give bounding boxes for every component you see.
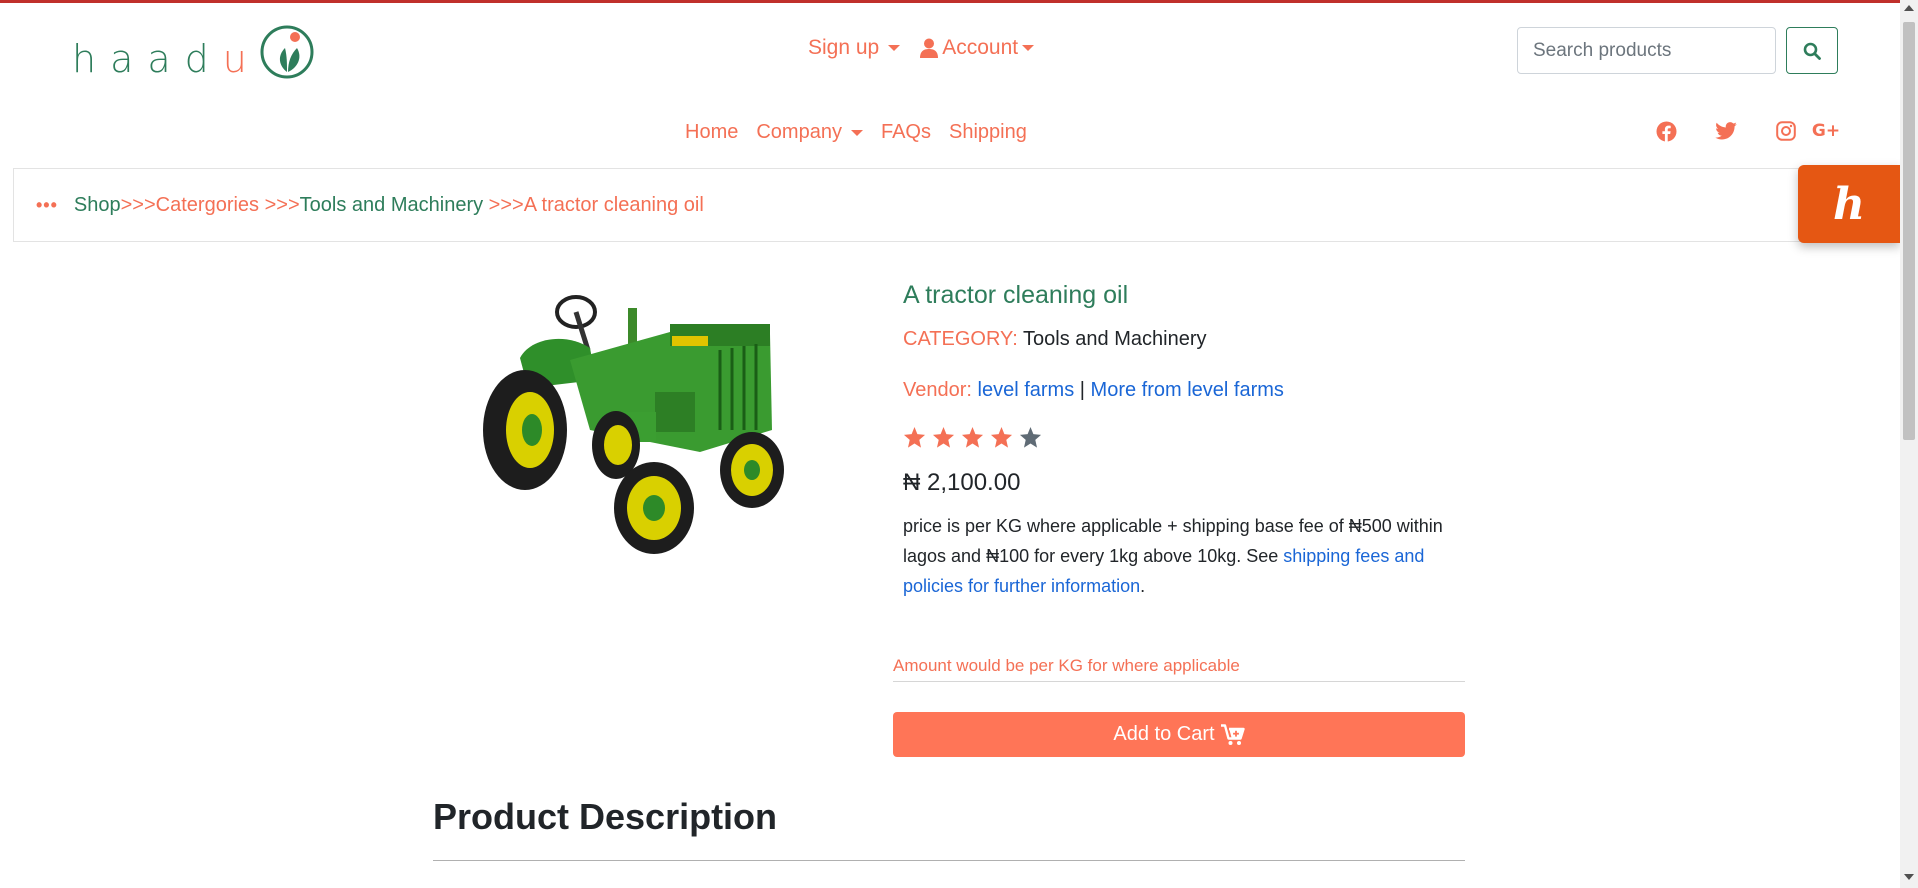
- category-label: CATEGORY:: [903, 328, 1018, 350]
- twitter-icon[interactable]: [1715, 120, 1737, 142]
- nav-shipping-label: Shipping: [948, 121, 1027, 143]
- scrollbar-thumb[interactable]: [1903, 22, 1915, 440]
- more-from-vendor-link[interactable]: More from level farms: [1091, 379, 1284, 401]
- star-empty-icon: [1019, 426, 1042, 448]
- star-filled-icon: [903, 426, 926, 448]
- chevron-down-icon: [850, 129, 863, 136]
- amount-placeholder: Amount would be per KG for where applica…: [893, 656, 1240, 675]
- cart-plus-icon: [1220, 723, 1245, 745]
- breadcrumb-separator: >>>: [120, 193, 156, 216]
- breadcrumb-separator: >>>: [259, 193, 300, 216]
- account-dropdown[interactable]: Account: [920, 36, 1035, 60]
- signup-label: Sign up: [808, 36, 880, 59]
- google-plus-icon[interactable]: G+: [1811, 120, 1841, 142]
- divider: [433, 860, 1465, 861]
- page-scrollbar[interactable]: [1900, 0, 1918, 888]
- account-label: Account: [942, 36, 1019, 59]
- scroll-down-arrow-icon[interactable]: [1904, 874, 1914, 880]
- product-description-heading: Product Description: [433, 796, 778, 837]
- nav-faqs[interactable]: FAQs: [881, 121, 931, 144]
- search-button[interactable]: [1786, 27, 1838, 74]
- nav-faqs-label: FAQs: [880, 121, 931, 143]
- social-links: G+: [1655, 120, 1841, 142]
- user-icon: [920, 38, 939, 58]
- product-vendor: Vendor: level farms | More from level fa…: [903, 379, 1463, 402]
- nav-company-dropdown[interactable]: Company: [756, 121, 863, 144]
- product-category: CATEGORY: Tools and Machinery: [903, 328, 1463, 351]
- breadcrumb-categories[interactable]: Catergories: [156, 194, 259, 217]
- instagram-icon[interactable]: [1775, 120, 1797, 142]
- add-to-cart-button[interactable]: Add to Cart: [893, 712, 1465, 757]
- nav-shipping[interactable]: Shipping: [949, 121, 1027, 144]
- honey-logo-icon: h: [1833, 178, 1865, 230]
- star-filled-icon: [932, 426, 955, 448]
- star-filled-icon: [990, 426, 1013, 448]
- star-rating: [903, 426, 1463, 449]
- star-filled-icon: [961, 426, 984, 448]
- shipping-note-end: .: [1140, 576, 1146, 596]
- breadcrumb-current-product: A tractor cleaning oil: [523, 193, 704, 216]
- logo-wordmark: haadu: [72, 37, 261, 81]
- more-dots-icon[interactable]: •••: [36, 195, 58, 216]
- nav-home[interactable]: Home: [685, 121, 738, 144]
- product-title: A tractor cleaning oil: [903, 281, 1129, 309]
- search-icon: [1803, 42, 1821, 60]
- breadcrumb-shop[interactable]: Shop: [74, 194, 121, 217]
- brand-logo[interactable]: haadu: [72, 20, 317, 82]
- amount-input[interactable]: Amount would be per KG for where applica…: [893, 652, 1465, 682]
- vendor-label: Vendor:: [903, 379, 972, 401]
- add-to-cart-label: Add to Cart: [1113, 723, 1215, 745]
- search-input[interactable]: [1517, 27, 1776, 74]
- top-accent-line: [0, 0, 1918, 3]
- breadcrumb-category[interactable]: Tools and Machinery: [300, 194, 483, 217]
- facebook-icon[interactable]: [1655, 120, 1677, 142]
- chevron-down-icon: [888, 45, 901, 51]
- google-plus-label: G+: [1811, 121, 1841, 141]
- honey-extension-button[interactable]: h: [1798, 165, 1900, 243]
- leaf-logo-icon: [260, 25, 314, 79]
- breadcrumb-separator: >>>: [483, 193, 524, 216]
- category-value: Tools and Machinery: [1023, 328, 1207, 350]
- product-info: A tractor cleaning oil CATEGORY: Tools a…: [903, 281, 1463, 601]
- nav-company-label: Company: [756, 121, 842, 143]
- breadcrumb: ••• Shop >>> Catergories >>> Tools and M…: [13, 168, 1906, 242]
- vendor-link[interactable]: level farms: [978, 379, 1075, 401]
- chevron-down-icon: [1022, 45, 1035, 51]
- product-image-tractor: [483, 295, 784, 554]
- signup-dropdown[interactable]: Sign up: [808, 36, 901, 60]
- scroll-up-arrow-icon[interactable]: [1904, 5, 1914, 11]
- top-nav: Sign up Account: [808, 36, 1035, 60]
- main-nav: Home Company FAQs Shipping: [685, 121, 1027, 144]
- nav-home-label: Home: [685, 121, 739, 143]
- product-price: ₦ 2,100.00: [903, 469, 1021, 496]
- vendor-separator: |: [1079, 379, 1085, 401]
- shipping-note: price is per KG where applicable + shipp…: [903, 511, 1443, 601]
